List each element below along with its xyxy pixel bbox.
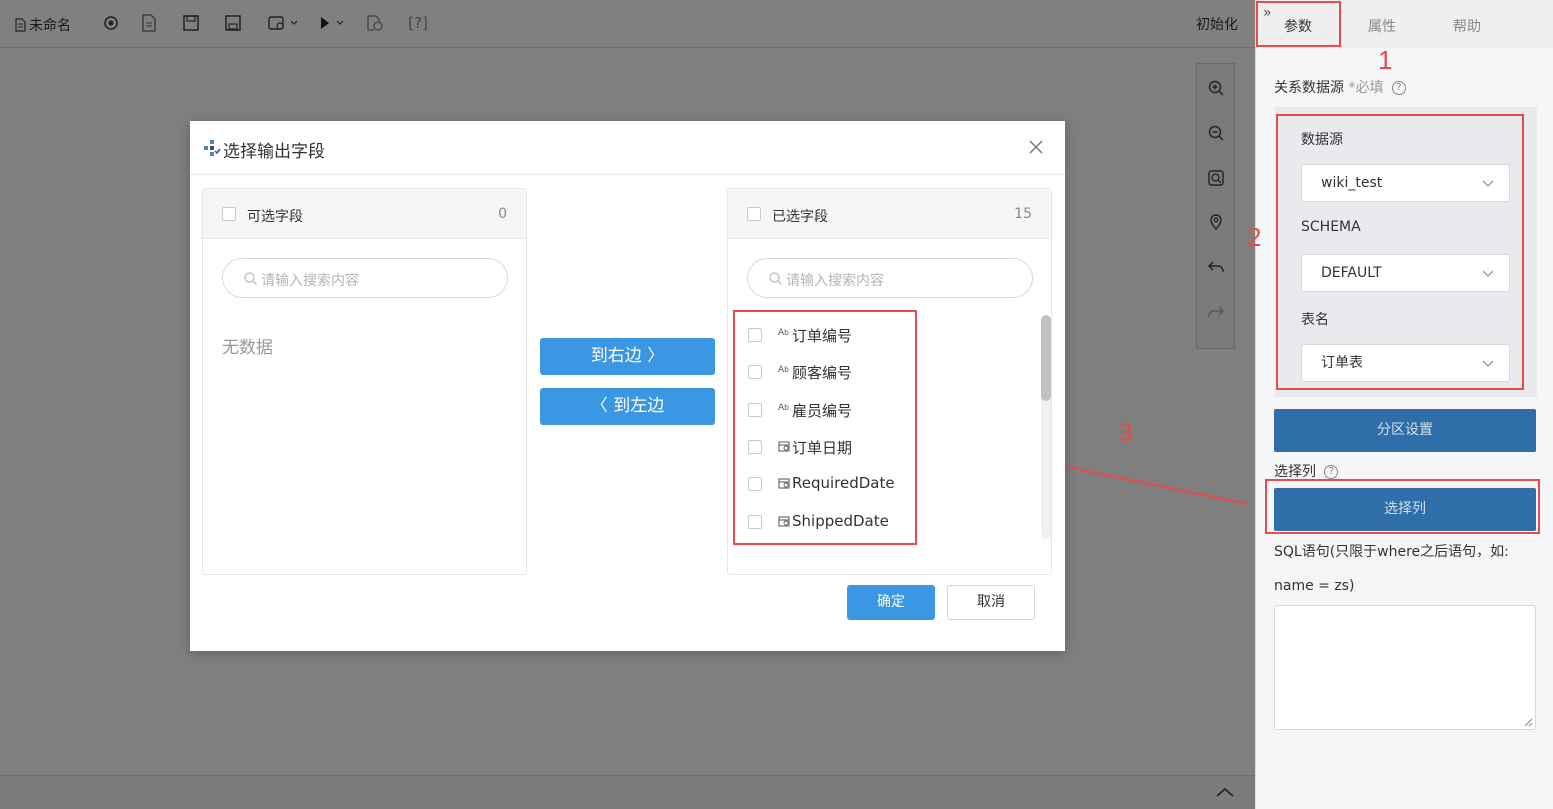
search-placeholder: 请输入搜索内容 (261, 273, 359, 289)
initialize-button[interactable]: 初始化 (1196, 14, 1238, 34)
scrollbar-thumb[interactable] (1041, 315, 1051, 401)
select-columns-text: 选择列 (1274, 464, 1316, 480)
chevron-up-icon[interactable] (1214, 784, 1236, 800)
selected-fields-header: 已选字段 15 (728, 189, 1051, 239)
annotation-box-select-columns (1265, 479, 1540, 534)
help-circle-icon[interactable]: ? (1324, 465, 1339, 479)
save-as-icon[interactable] (222, 12, 244, 34)
dialog-title: 选择输出字段 (223, 142, 325, 162)
select-all-selected-checkbox[interactable] (747, 207, 761, 221)
deploy-dropdown-icon[interactable] (266, 12, 302, 34)
available-fields-panel: 可选字段 0 请输入搜索内容 无数据 (202, 188, 527, 575)
move-to-left-button[interactable]: 〈 到左边 (540, 388, 715, 425)
select-output-fields-dialog: 选择输出字段 可选字段 0 请输入搜索内容 无数据 到右边 〉 〈 到左边 已选… (190, 121, 1065, 651)
selected-fields-title: 已选字段 (772, 209, 828, 225)
confirm-button[interactable]: 确定 (847, 585, 935, 620)
zoom-in-icon[interactable] (1205, 77, 1227, 99)
document-title[interactable]: 未命名 (14, 15, 71, 35)
location-icon[interactable] (1205, 211, 1227, 233)
search-icon (768, 271, 783, 286)
run-dropdown-icon[interactable] (316, 12, 350, 34)
tab-help[interactable]: 帮助 (1453, 16, 1481, 36)
required-marker: *必填 (1348, 80, 1384, 96)
annotation-box-3 (733, 310, 917, 545)
new-file-icon[interactable] (138, 12, 160, 34)
sql-label-line2: name = zs) (1274, 578, 1355, 594)
relational-datasource-text: 关系数据源 (1274, 80, 1344, 96)
zoom-toolbar (1196, 63, 1235, 349)
selected-fields-count: 15 (1014, 206, 1032, 222)
close-icon[interactable] (1028, 139, 1044, 155)
available-fields-title: 可选字段 (247, 209, 303, 225)
selected-fields-panel: 已选字段 15 请输入搜索内容 Ab 订单编号 Ab 顾客编号 Ab 雇员编号 (727, 188, 1052, 575)
save-icon[interactable] (180, 12, 202, 34)
annotation-number-1: 1 (1378, 45, 1393, 75)
document-title-text: 未命名 (29, 18, 71, 34)
help-bracket-icon[interactable]: [?] (404, 12, 432, 34)
undo-icon[interactable] (1205, 256, 1227, 278)
available-fields-header: 可选字段 0 (203, 189, 526, 239)
empty-state-text: 无数据 (222, 338, 273, 358)
annotation-box-1 (1256, 1, 1341, 47)
selected-search-input[interactable]: 请输入搜索内容 (747, 258, 1033, 298)
fit-view-icon[interactable] (1205, 167, 1227, 189)
settings-icon[interactable] (100, 12, 122, 34)
select-all-available-checkbox[interactable] (222, 207, 236, 221)
zoom-out-icon[interactable] (1205, 122, 1227, 144)
select-columns-label: 选择列 ? (1274, 461, 1339, 481)
top-toolbar: 未命名 [?] 初始化 (0, 0, 1255, 48)
relational-datasource-label: 关系数据源 *必填 ? (1274, 77, 1406, 97)
resize-grip-icon[interactable] (1524, 718, 1533, 727)
partition-settings-button[interactable]: 分区设置 (1274, 409, 1536, 452)
search-placeholder: 请输入搜索内容 (786, 273, 884, 289)
sql-textarea[interactable] (1274, 605, 1536, 730)
tab-attributes[interactable]: 属性 (1368, 16, 1396, 36)
sql-label-line1: SQL语句(只限于where之后语句，如: (1274, 544, 1509, 560)
search-icon (243, 271, 258, 286)
field-select-logo-icon (203, 139, 221, 157)
annotation-number-2: 2 (1247, 222, 1262, 252)
document-icon (15, 18, 26, 32)
schedule-icon[interactable] (364, 12, 386, 34)
cancel-button[interactable]: 取消 (947, 585, 1035, 620)
list-scrollbar[interactable] (1041, 315, 1051, 539)
help-circle-icon[interactable]: ? (1391, 81, 1406, 95)
redo-icon[interactable] (1205, 301, 1227, 323)
move-to-right-button[interactable]: 到右边 〉 (540, 338, 715, 375)
bottom-bar (0, 775, 1255, 809)
dialog-header: 选择输出字段 (190, 121, 1065, 175)
available-fields-count: 0 (498, 206, 507, 222)
annotation-box-2 (1276, 114, 1524, 390)
available-search-input[interactable]: 请输入搜索内容 (222, 258, 508, 298)
